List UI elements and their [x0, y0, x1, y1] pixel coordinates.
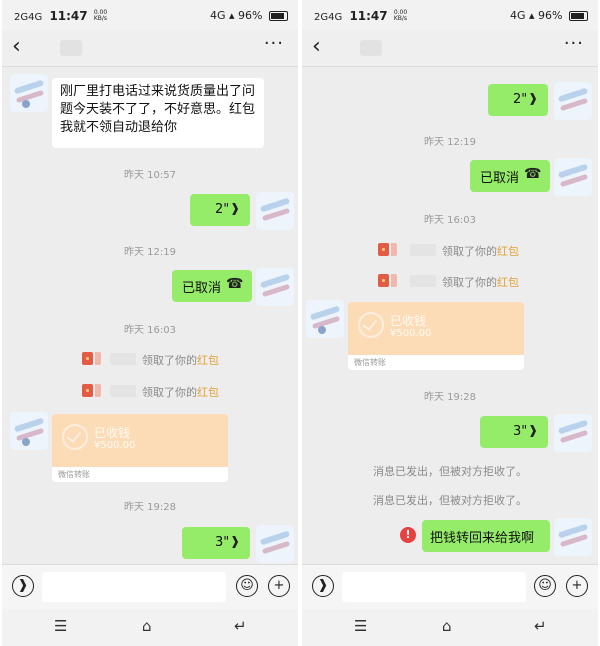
voice-input-icon[interactable]: ❱: [12, 575, 34, 597]
contact-avatar[interactable]: [10, 74, 48, 112]
more-horizontal-icon[interactable]: ···: [264, 33, 284, 54]
system-nav-bar: ☰ ⌂ ↵: [302, 609, 598, 646]
plus-icon[interactable]: +: [268, 575, 290, 597]
wifi-icon: ▴: [229, 9, 235, 22]
home-icon[interactable]: ⌂: [442, 617, 452, 635]
send-failed-icon[interactable]: !: [400, 527, 416, 543]
red-packet-icon: [378, 243, 389, 256]
my-avatar[interactable]: [256, 192, 294, 230]
contact-avatar[interactable]: [306, 300, 344, 338]
red-packet-claimed-notice: 领取了你的红包: [442, 276, 519, 289]
message-input[interactable]: [42, 572, 226, 602]
call-cancelled-message[interactable]: 已取消 ☎: [172, 270, 252, 302]
chat-message-sent[interactable]: 把钱转回来给我啊: [422, 520, 550, 552]
voice-message[interactable]: 3" ❱: [182, 527, 250, 559]
back-icon[interactable]: ↵: [234, 617, 247, 635]
chevron-left-icon[interactable]: ‹: [312, 34, 321, 59]
voice-input-icon[interactable]: ❱: [312, 575, 334, 597]
chat-message-received[interactable]: 刚厂里打电话过来说货质量出了问题今天装不了了，不好意思。红包我就不领自动退给你: [52, 78, 264, 148]
input-bar: ❱ ☺ +: [2, 564, 298, 609]
voice-message[interactable]: 2" ❱: [190, 194, 250, 226]
transfer-card[interactable]: 已收钱 ¥500.00 微信转账: [52, 414, 228, 482]
contact-name-blurred: [360, 40, 382, 56]
voice-wave-icon: ❱: [230, 201, 241, 215]
plus-icon[interactable]: +: [566, 575, 588, 597]
network-type: 4G: [509, 9, 526, 22]
voice-wave-icon: ❱: [528, 423, 539, 437]
contact-avatar[interactable]: [10, 412, 48, 450]
battery-level: 96%: [238, 9, 263, 22]
timestamp: 昨天 10:57: [124, 170, 176, 181]
status-bar: 2G4G 11:47 0.00 KB/s 4G ▴ 96%: [2, 0, 298, 30]
red-packet-icon: [378, 274, 389, 287]
signal-4g: 4G: [28, 12, 43, 23]
status-bar: 2G4G 11:47 0.00 KB/s 4G ▴ 96%: [302, 0, 598, 30]
clock: 11:47: [349, 9, 388, 23]
check-circle-icon: [358, 312, 384, 338]
net-speed: 0.00 KB/s: [393, 9, 408, 22]
my-avatar[interactable]: [554, 158, 592, 196]
signal-4g: 4G: [328, 12, 343, 23]
message-input[interactable]: [342, 572, 526, 602]
more-horizontal-icon[interactable]: ···: [564, 33, 584, 54]
signal-2g: 2G: [14, 12, 29, 23]
red-packet-icon: [82, 352, 93, 365]
transfer-card[interactable]: 已收钱 ¥500.00 微信转账: [348, 302, 524, 370]
timestamp: 昨天 19:28: [424, 392, 476, 403]
red-packet-icon: [82, 384, 93, 397]
timestamp: 昨天 16:03: [124, 325, 176, 336]
left-chat-screen: 2G4G 11:47 0.00 KB/s 4G ▴ 96% ‹ ··· 刚厂里打电…: [2, 0, 298, 646]
my-avatar[interactable]: [554, 414, 592, 452]
menu-icon[interactable]: ☰: [354, 617, 367, 635]
emoji-icon[interactable]: ☺: [534, 575, 556, 597]
phone-icon: ☎: [226, 276, 244, 292]
network-type: 4G: [209, 9, 226, 22]
right-chat-screen: 2G4G 11:47 0.00 KB/s 4G ▴ 96% ‹ ··· 2" ❱ …: [302, 0, 598, 646]
red-packet-claimed-notice: 领取了你的红包: [142, 386, 219, 399]
phone-icon: ☎: [524, 166, 542, 182]
home-icon[interactable]: ⌂: [142, 617, 152, 635]
message-rejected-notice: 消息已发出，但被对方拒收了。: [373, 465, 527, 478]
back-icon[interactable]: ↵: [534, 617, 547, 635]
timestamp: 昨天 16:03: [424, 215, 476, 226]
chat-header: ‹ ···: [2, 30, 298, 67]
voice-wave-icon: ❱: [230, 534, 241, 548]
battery-level: 96%: [538, 9, 563, 22]
my-avatar[interactable]: [256, 268, 294, 306]
chevron-left-icon[interactable]: ‹: [12, 34, 21, 59]
clock: 11:47: [49, 9, 88, 23]
battery-icon: [269, 11, 288, 21]
net-speed: 0.00 KB/s: [93, 9, 108, 22]
message-rejected-notice: 消息已发出，但被对方拒收了。: [373, 494, 527, 507]
system-nav-bar: ☰ ⌂ ↵: [2, 609, 298, 646]
menu-icon[interactable]: ☰: [54, 617, 67, 635]
my-avatar[interactable]: [554, 82, 592, 120]
red-packet-claimed-notice: 领取了你的红包: [442, 245, 519, 258]
contact-name-blurred: [60, 40, 82, 56]
my-avatar[interactable]: [256, 525, 294, 563]
signal-2g: 2G: [314, 12, 329, 23]
timestamp: 昨天 19:28: [124, 502, 176, 513]
timestamp: 昨天 12:19: [124, 247, 176, 258]
input-bar: ❱ ☺ +: [302, 564, 598, 609]
battery-icon: [569, 11, 588, 21]
my-avatar[interactable]: [554, 518, 592, 556]
emoji-icon[interactable]: ☺: [236, 575, 258, 597]
red-packet-claimed-notice: 领取了你的红包: [142, 354, 219, 367]
voice-wave-icon: ❱: [528, 91, 539, 105]
wifi-icon: ▴: [529, 9, 535, 22]
voice-message[interactable]: 2" ❱: [488, 84, 548, 116]
chat-header: ‹ ···: [302, 30, 598, 67]
timestamp: 昨天 12:19: [424, 137, 476, 148]
voice-message[interactable]: 3" ❱: [480, 416, 548, 448]
call-cancelled-message[interactable]: 已取消 ☎: [470, 160, 550, 192]
check-circle-icon: [62, 424, 88, 450]
